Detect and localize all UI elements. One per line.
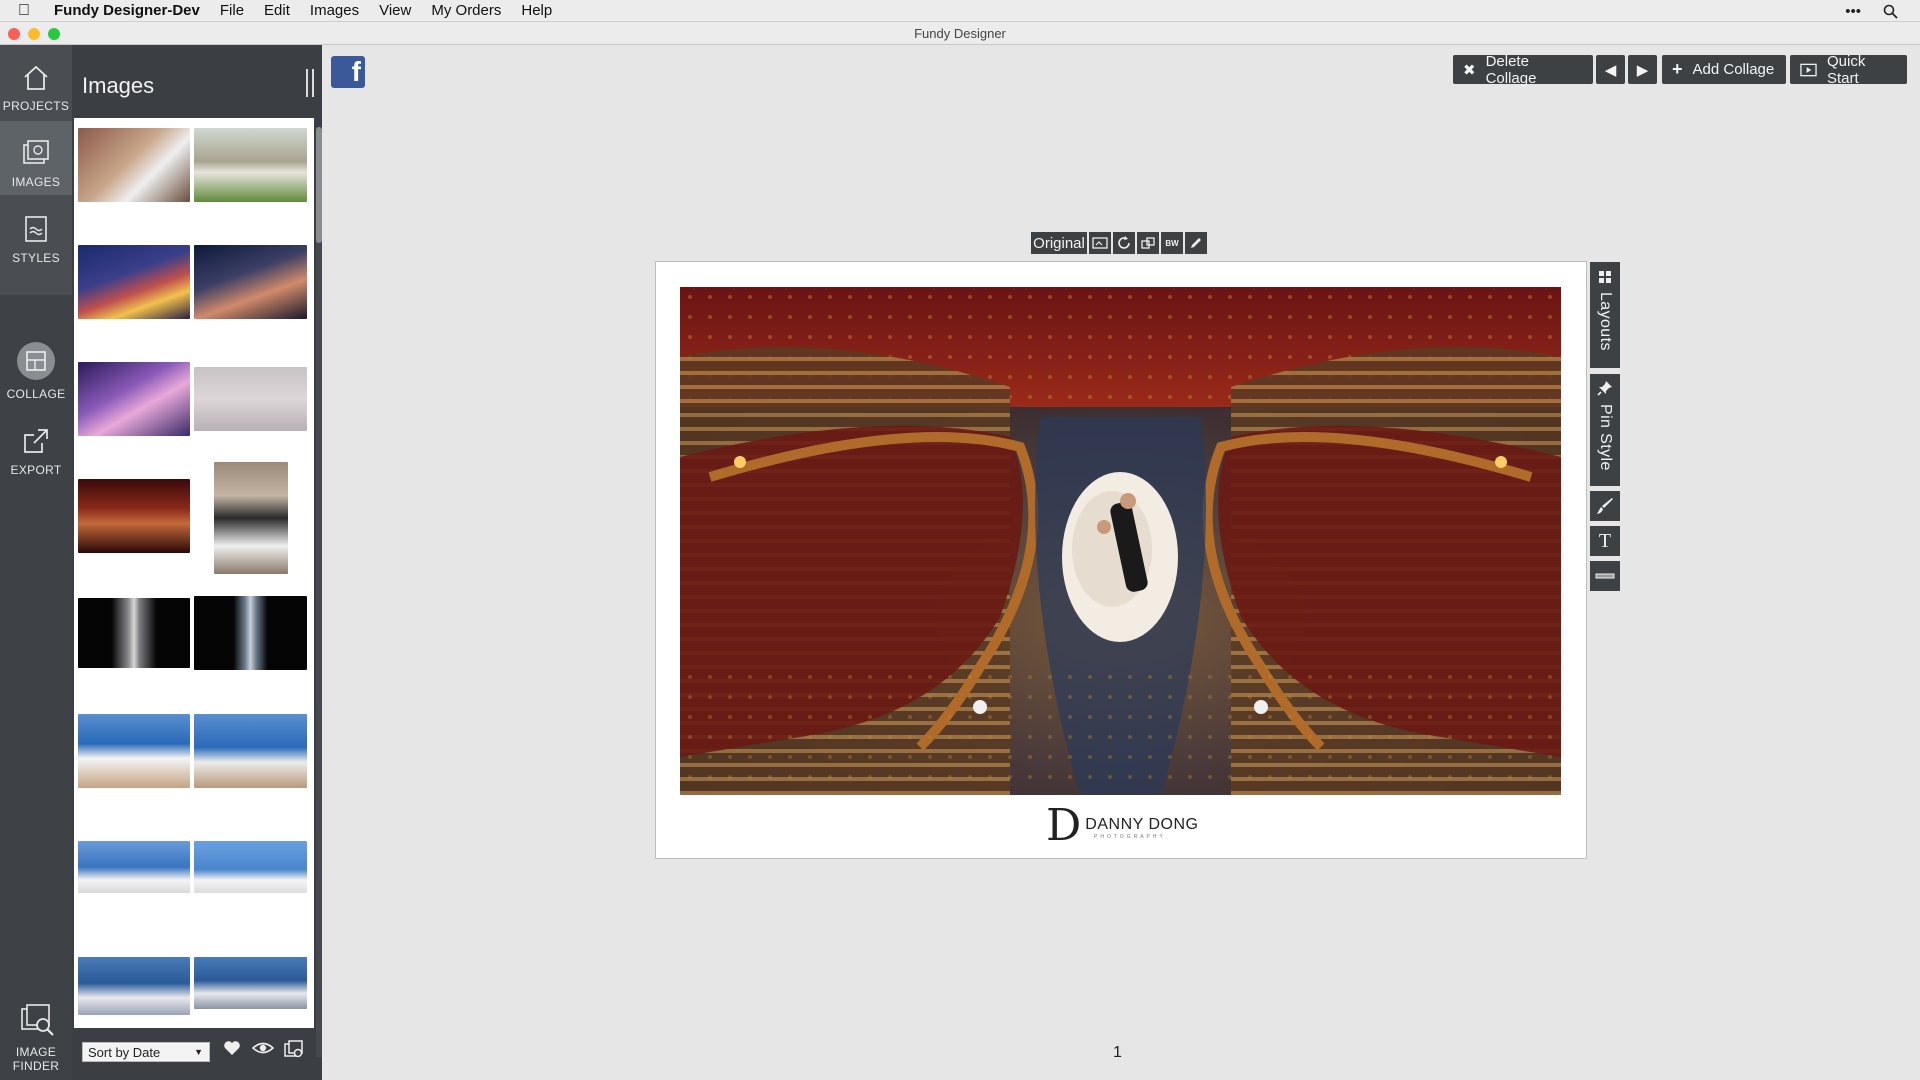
image-thumbnail[interactable] xyxy=(78,957,190,1015)
rail-projects[interactable]: PROJECTS xyxy=(0,45,72,119)
home-icon xyxy=(24,65,48,90)
export-icon xyxy=(24,429,48,453)
image-thumbnail[interactable] xyxy=(194,714,307,788)
rail-export[interactable]: EXPORT xyxy=(0,409,72,483)
apple-icon[interactable]:  xyxy=(18,2,40,20)
minimize-window-button[interactable] xyxy=(28,28,40,40)
image-thumbnail[interactable] xyxy=(78,362,190,436)
add-line-button[interactable] xyxy=(1590,561,1620,591)
caret-right-icon: ▶ xyxy=(1636,61,1649,79)
image-thumbnail[interactable] xyxy=(78,841,190,893)
rotate-icon xyxy=(1118,236,1130,249)
rail-collage[interactable]: COLLAGE xyxy=(0,331,72,407)
edit-button[interactable] xyxy=(1185,232,1207,254)
spotlight-search-icon[interactable] xyxy=(1883,4,1898,19)
image-finder-icon xyxy=(21,1004,54,1036)
pin-style-tab[interactable]: Pin Style xyxy=(1590,374,1620,486)
window-title-bar: Fundy Designer xyxy=(0,22,1920,45)
paint-brush-icon xyxy=(1597,498,1613,514)
styles-icon xyxy=(25,216,47,242)
rotate-button[interactable] xyxy=(1113,232,1135,254)
black-white-button[interactable]: BW xyxy=(1161,232,1183,254)
quick-start-button[interactable]: Quick Start xyxy=(1790,53,1907,87)
scrollbar-thumb[interactable] xyxy=(316,127,322,243)
menu-app-name[interactable]: Fundy Designer-Dev xyxy=(54,2,200,19)
image-thumbnail[interactable] xyxy=(78,479,190,553)
rail-images[interactable]: IMAGES xyxy=(0,121,72,195)
heart-icon[interactable] xyxy=(223,1039,241,1057)
menu-file[interactable]: File xyxy=(220,2,244,19)
delete-collage-button[interactable]: ✖ Delete Collage xyxy=(1453,53,1593,87)
menu-bar:  Fundy Designer-Dev File Edit Images Vi… xyxy=(0,0,1920,22)
eye-icon[interactable] xyxy=(252,1039,274,1057)
left-rail: PROJECTS IMAGES STYLES COLLAGE EXPORT IM… xyxy=(0,45,72,1080)
grid-icon xyxy=(1599,271,1611,283)
next-collage-button[interactable]: ▶ xyxy=(1628,55,1657,84)
panel-collapse-grip[interactable] xyxy=(306,69,314,97)
image-thumbnail[interactable] xyxy=(194,367,307,431)
image-thumbnail-grid[interactable] xyxy=(74,118,314,1028)
pin-icon xyxy=(1597,381,1612,396)
image-finder-small-icon[interactable] xyxy=(283,1039,305,1059)
image-thumbnail[interactable] xyxy=(78,245,190,319)
chevron-down-icon: ▼ xyxy=(194,1047,203,1057)
image-thumbnail[interactable] xyxy=(214,462,288,574)
image-thumbnail[interactable] xyxy=(194,596,307,670)
collage-photo[interactable] xyxy=(680,287,1561,795)
collage-icon xyxy=(17,342,55,380)
thumbnail-scrollbar[interactable] xyxy=(316,127,322,1057)
image-tools-bar: Original BW xyxy=(1031,232,1207,254)
menu-my-orders[interactable]: My Orders xyxy=(431,2,501,19)
image-thumbnail[interactable] xyxy=(78,128,190,202)
close-icon: ✖ xyxy=(1463,61,1476,79)
flip-icon xyxy=(1141,237,1155,249)
rail-styles[interactable]: STYLES xyxy=(0,197,72,271)
window-title: Fundy Designer xyxy=(914,25,1006,41)
facebook-icon: f xyxy=(351,56,361,87)
image-thumbnail[interactable] xyxy=(194,245,307,319)
pencil-icon xyxy=(1191,238,1201,248)
image-thumbnail[interactable] xyxy=(194,957,307,1009)
page-number: 1 xyxy=(1113,1044,1122,1061)
add-text-button[interactable]: T xyxy=(1590,526,1620,556)
text-icon: T xyxy=(1598,529,1612,552)
layouts-tab[interactable]: Layouts xyxy=(1590,262,1620,368)
menu-view[interactable]: View xyxy=(379,2,411,19)
logo-monogram-icon: D xyxy=(1046,799,1082,851)
menu-edit[interactable]: Edit xyxy=(264,2,290,19)
paint-style-button[interactable] xyxy=(1590,491,1620,521)
play-video-icon xyxy=(1800,63,1817,76)
collage-image xyxy=(680,287,1561,795)
photographer-logo: D DANNY DONG PHOTOGRAPHY xyxy=(1046,799,1199,851)
image-thumbnail[interactable] xyxy=(78,598,190,668)
previous-collage-button[interactable]: ◀ xyxy=(1596,55,1625,84)
image-thumbnail[interactable] xyxy=(194,128,307,202)
line-icon xyxy=(1595,573,1615,579)
plus-icon: + xyxy=(1672,59,1683,79)
original-button[interactable]: Original xyxy=(1031,232,1087,254)
swap-image-icon xyxy=(1092,237,1108,249)
close-window-button[interactable] xyxy=(8,28,20,40)
sort-select[interactable]: Sort by Date ▼ xyxy=(82,1042,210,1062)
caret-left-icon: ◀ xyxy=(1604,61,1617,79)
menu-images[interactable]: Images xyxy=(310,2,359,19)
facebook-share-button[interactable]: f xyxy=(331,56,365,88)
panel-title: Images xyxy=(82,73,155,98)
more-icon[interactable]: ••• xyxy=(1845,3,1861,20)
replace-image-button[interactable] xyxy=(1089,232,1111,254)
menu-help[interactable]: Help xyxy=(521,2,552,19)
zoom-window-button[interactable] xyxy=(48,28,60,40)
rail-image-finder[interactable]: IMAGE FINDER xyxy=(0,989,72,1079)
image-thumbnail[interactable] xyxy=(194,841,307,893)
images-icon xyxy=(23,140,49,164)
flip-button[interactable] xyxy=(1137,232,1159,254)
image-thumbnail[interactable] xyxy=(78,714,190,788)
add-collage-button[interactable]: + Add Collage xyxy=(1662,55,1786,84)
images-panel: Images Sort by Date ▼ xyxy=(72,45,322,1080)
